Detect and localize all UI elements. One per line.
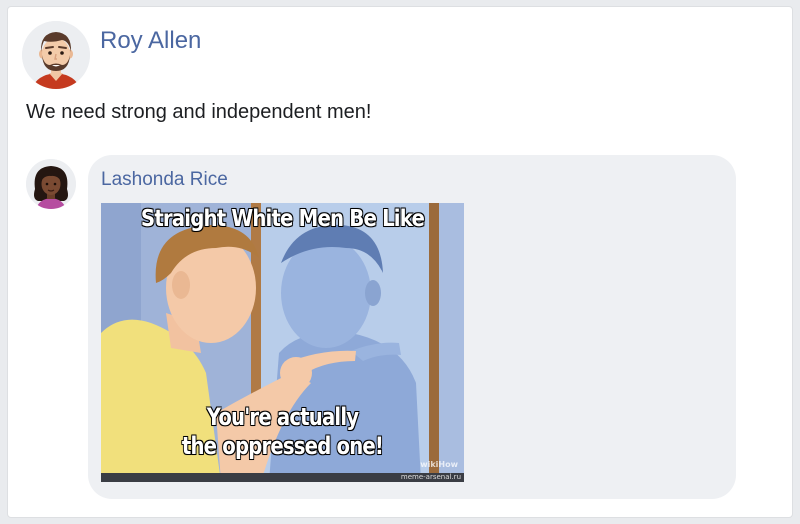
male-avatar-icon	[22, 21, 90, 89]
meme-bottom-caption: You're actually the oppressed one!	[134, 403, 432, 461]
author-name-link[interactable]: Roy Allen	[100, 27, 201, 55]
post-text: We need strong and independent men!	[26, 101, 372, 123]
female-avatar-icon	[26, 159, 76, 209]
meme-credit: meme-arsenal.ru	[400, 473, 461, 481]
comment-author-avatar[interactable]	[26, 159, 76, 209]
comment-author-link[interactable]: Lashonda Rice	[101, 169, 228, 191]
meme-bottom-caption-line1: You're actually	[206, 403, 359, 431]
comment-bubble: Lashonda Rice Straight White Men Be Like…	[88, 155, 736, 499]
post-header: Roy Allen	[22, 21, 201, 91]
post-card: Roy Allen We need strong and independent…	[7, 6, 793, 518]
comment-image[interactable]: Straight White Men Be Like You're actual…	[101, 203, 464, 482]
meme-footer-bar: meme-arsenal.ru	[101, 473, 464, 482]
meme-bottom-caption-line2: the oppressed one!	[181, 432, 384, 460]
meme-watermark: wikiHow	[420, 460, 458, 469]
meme-top-caption: Straight White Men Be Like	[140, 206, 425, 232]
author-avatar[interactable]	[22, 21, 90, 89]
